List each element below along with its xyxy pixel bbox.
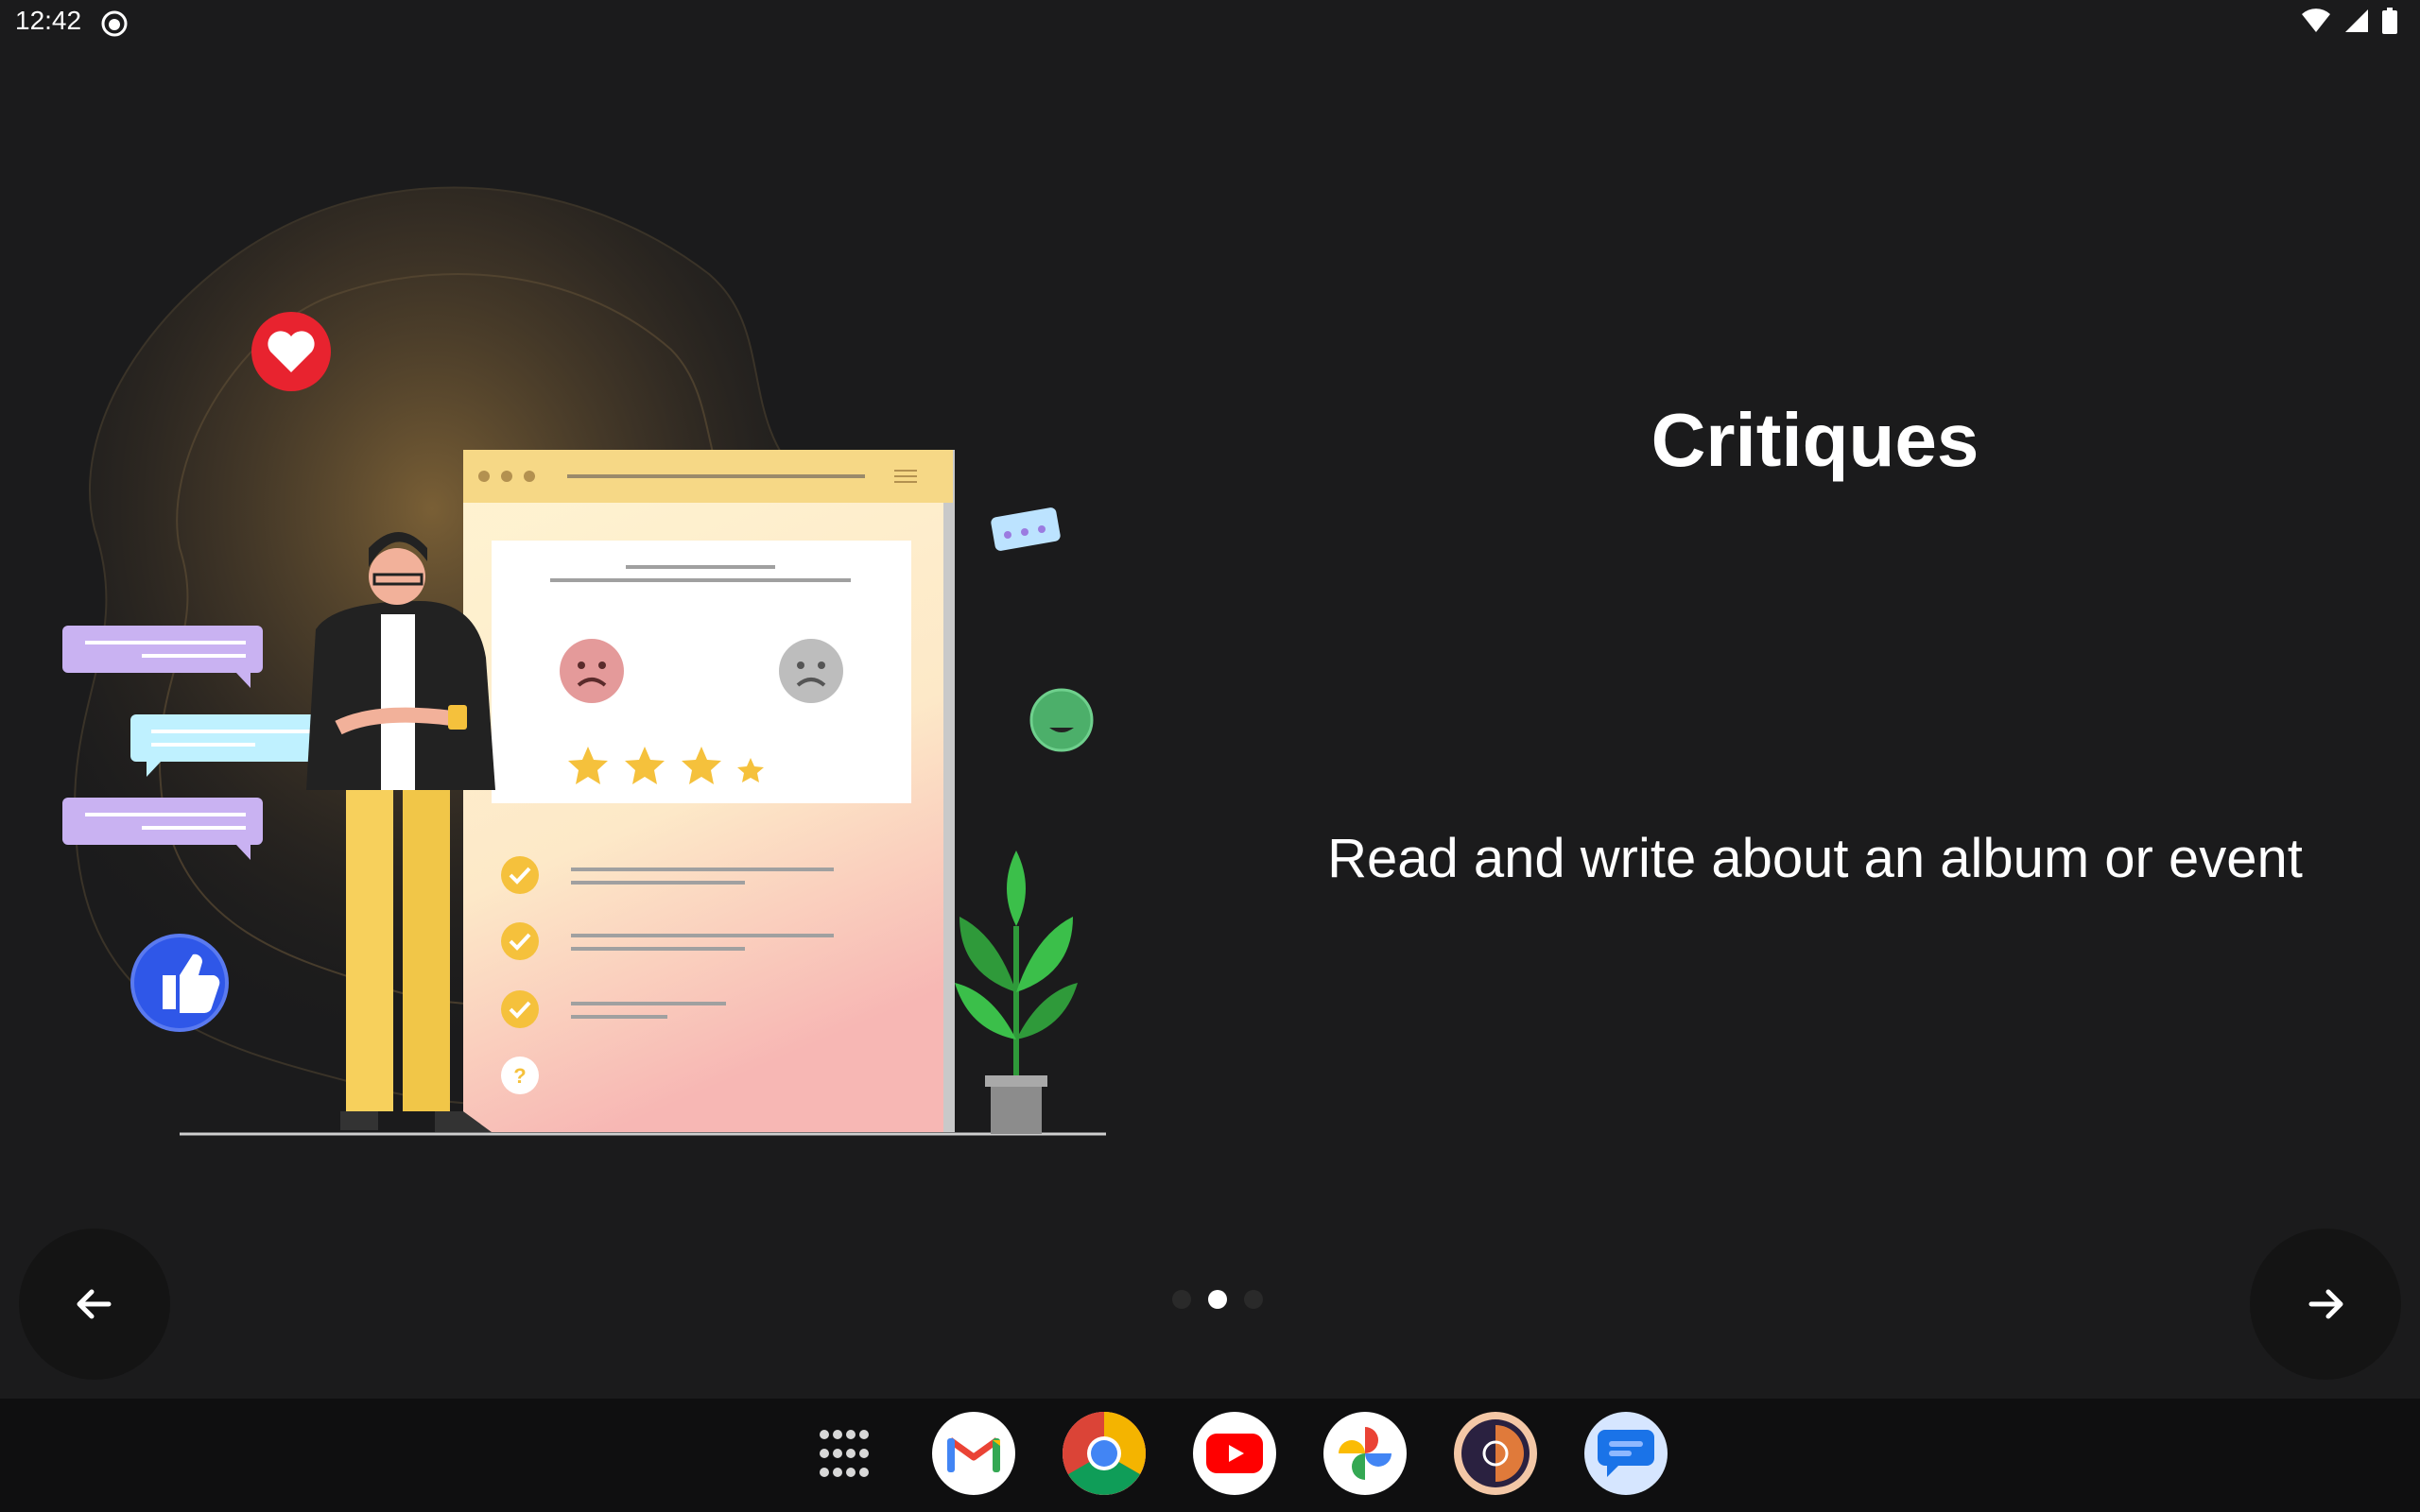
wifi-icon [2302, 9, 2330, 33]
review-window: ? [463, 450, 955, 1132]
critiques-illustration: ? [62, 186, 1106, 1136]
smiley-icon [1029, 688, 1094, 752]
photos-icon [1339, 1427, 1392, 1480]
app-grid-icon [820, 1430, 869, 1477]
taskbar [0, 1399, 2420, 1512]
messages-icon [1598, 1430, 1654, 1477]
page-indicator [1172, 1290, 1263, 1309]
podcast-app-icon [1461, 1419, 1530, 1487]
messages-app[interactable] [1584, 1412, 1668, 1495]
chrome-icon [1063, 1412, 1146, 1495]
signal-icon [2345, 9, 2368, 32]
chrome-app[interactable] [1063, 1412, 1146, 1495]
photos-app[interactable] [1323, 1412, 1407, 1495]
gmail-app[interactable] [932, 1412, 1015, 1495]
typing-bubble [991, 507, 1061, 551]
plant [955, 850, 1078, 1134]
podcast-app[interactable] [1454, 1412, 1537, 1495]
page-dot-active[interactable] [1208, 1290, 1227, 1309]
page-dot[interactable] [1172, 1290, 1191, 1309]
status-time: 12:42 [15, 6, 82, 35]
arrow-left-icon [77, 1289, 112, 1319]
battery-icon [2382, 8, 2397, 34]
page-dot[interactable] [1244, 1290, 1263, 1309]
heart-icon [251, 312, 331, 391]
arrow-right-icon [2308, 1289, 2343, 1319]
thumbs-up-icon [130, 934, 229, 1032]
app-dock [802, 1412, 1668, 1495]
app-drawer-button[interactable] [802, 1412, 885, 1495]
youtube-icon [1206, 1434, 1263, 1473]
slide-description: Read and write about an album or event [1327, 828, 2303, 889]
slide-title: Critiques [1651, 398, 1979, 482]
next-button[interactable] [2250, 1228, 2401, 1380]
youtube-app[interactable] [1193, 1412, 1276, 1495]
status-bar: 12:42 [0, 0, 2420, 45]
previous-button[interactable] [19, 1228, 170, 1380]
gmail-icon [947, 1437, 1000, 1472]
svg-text:?: ? [513, 1064, 526, 1088]
cat-notification-icon [101, 10, 128, 37]
